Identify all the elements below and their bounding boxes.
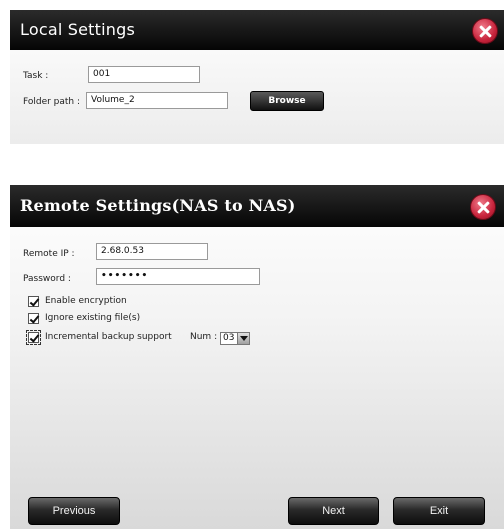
ignore-existing-label: Ignore existing file(s) xyxy=(45,313,141,323)
previous-button[interactable]: Previous xyxy=(28,497,120,525)
exit-button[interactable]: Exit xyxy=(393,497,485,525)
browse-button[interactable]: Browse xyxy=(250,91,324,111)
close-icon[interactable] xyxy=(470,194,496,220)
incremental-backup-label: Incremental backup support xyxy=(45,332,172,342)
num-select-value: 03 xyxy=(223,333,235,343)
ignore-existing-checkbox[interactable] xyxy=(28,313,39,324)
folder-path-input[interactable]: Volume_2 xyxy=(86,92,228,109)
enable-encryption-label: Enable encryption xyxy=(45,296,127,306)
password-input[interactable]: ••••••• xyxy=(96,268,260,285)
next-button[interactable]: Next xyxy=(288,497,379,525)
remote-settings-title: Remote Settings(NAS to NAS) xyxy=(20,196,296,215)
remote-ip-input[interactable]: 2.68.0.53 xyxy=(96,243,208,260)
folder-path-label: Folder path : xyxy=(23,97,81,107)
remote-settings-titlebar: Remote Settings(NAS to NAS) xyxy=(10,185,504,227)
enable-encryption-checkbox[interactable] xyxy=(28,296,39,307)
local-settings-panel: Local Settings Task : 001 Folder path : … xyxy=(10,10,504,144)
remote-settings-panel: Remote Settings(NAS to NAS) Remote IP : … xyxy=(10,185,504,529)
remote-ip-label: Remote IP : xyxy=(23,249,75,259)
num-select[interactable]: 03 xyxy=(220,332,250,345)
task-input[interactable]: 001 xyxy=(88,66,200,83)
close-icon[interactable] xyxy=(472,18,498,44)
local-settings-title: Local Settings xyxy=(20,20,135,39)
task-label: Task : xyxy=(23,71,49,81)
local-settings-titlebar: Local Settings xyxy=(10,10,504,50)
password-label: Password : xyxy=(23,274,71,284)
incremental-backup-checkbox[interactable] xyxy=(28,332,39,343)
chevron-down-icon[interactable] xyxy=(237,333,249,344)
num-label: Num : xyxy=(190,332,218,342)
